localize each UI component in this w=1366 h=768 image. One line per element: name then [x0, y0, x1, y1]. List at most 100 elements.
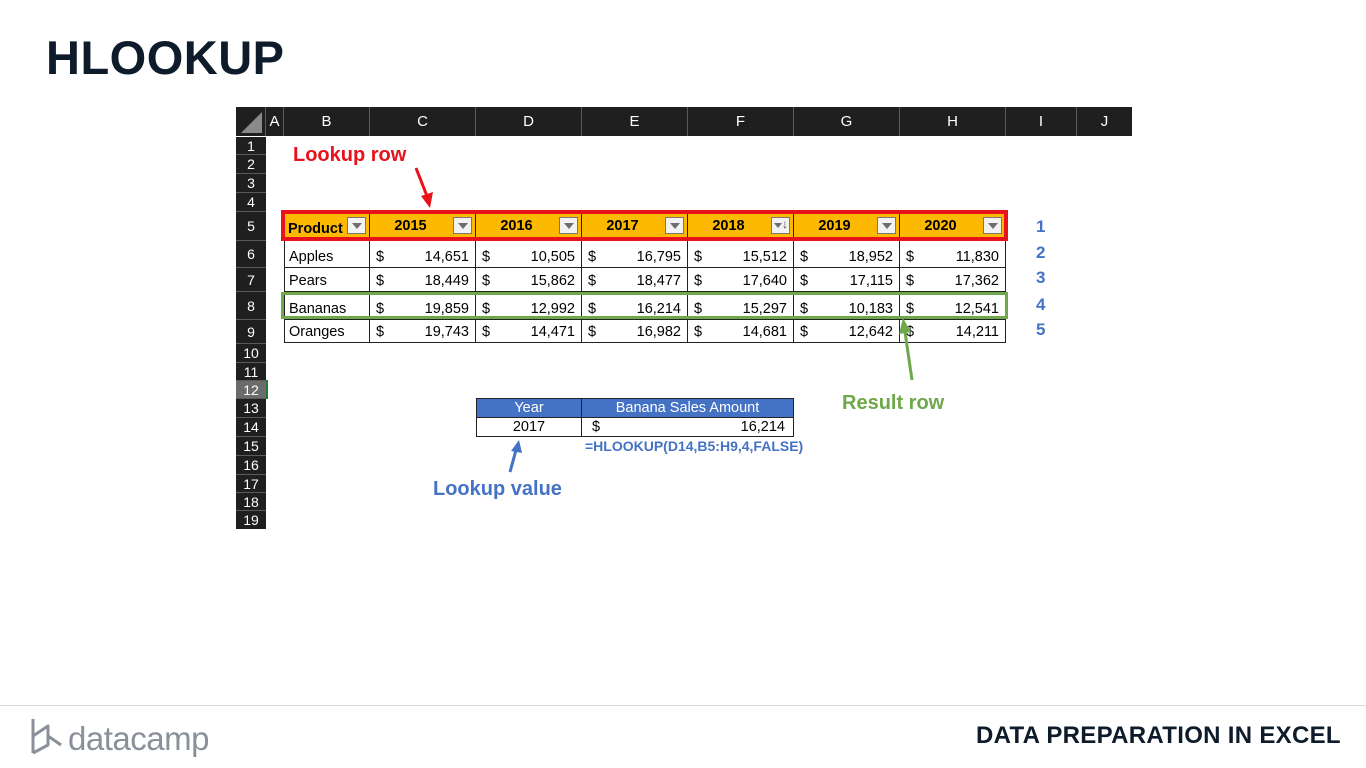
currency-sign: $: [482, 273, 491, 289]
currency-sign: $: [376, 273, 385, 289]
datacamp-logo-icon: [31, 719, 62, 755]
currency-sign: $: [482, 324, 491, 340]
row-header[interactable]: 9: [236, 320, 266, 344]
currency-sign: $: [694, 249, 703, 265]
select-all-button[interactable]: [236, 107, 266, 136]
row-header[interactable]: 1: [236, 137, 266, 155]
column-header-j[interactable]: J: [1077, 107, 1132, 136]
sales-value-cell[interactable]: $17,115: [794, 268, 900, 292]
product-cell[interactable]: Apples: [284, 241, 370, 268]
column-header-d[interactable]: D: [476, 107, 582, 136]
product-cell[interactable]: Oranges: [284, 320, 370, 343]
column-header-bar: A B C D E F G H I J: [236, 107, 1132, 136]
sales-value-cell[interactable]: $16,795: [582, 241, 688, 268]
currency-sign: $: [800, 249, 809, 265]
lookup-amount-cell[interactable]: $ 16,214: [581, 417, 794, 437]
currency-sign: $: [376, 324, 385, 340]
sales-value: 15,512: [742, 249, 787, 265]
sales-value-cell[interactable]: $17,362: [900, 268, 1006, 292]
sales-value: 17,640: [742, 273, 787, 289]
currency-sign: $: [694, 273, 703, 289]
lookup-year-cell[interactable]: 2017: [476, 417, 582, 437]
currency-sign: $: [588, 249, 597, 265]
sales-value-cell[interactable]: $18,449: [370, 268, 476, 292]
column-header-h[interactable]: H: [900, 107, 1006, 136]
row-index-label: 2: [1036, 243, 1046, 262]
column-header-b[interactable]: B: [284, 107, 370, 136]
column-header-g[interactable]: G: [794, 107, 900, 136]
row-index-label: 4: [1036, 295, 1046, 314]
sales-value: 17,115: [849, 273, 893, 289]
currency-sign: $: [592, 419, 601, 435]
column-header-c[interactable]: C: [370, 107, 476, 136]
row-index-label: 1: [1036, 217, 1046, 236]
row-header[interactable]: 15: [236, 437, 266, 456]
sales-value: 10,505: [530, 249, 575, 265]
sales-value: 15,862: [530, 273, 575, 289]
sales-value-cell[interactable]: $14,471: [476, 320, 582, 343]
currency-sign: $: [906, 273, 915, 289]
row-header[interactable]: 16: [236, 456, 266, 475]
amount-value: 16,214: [740, 419, 785, 435]
row-header-active[interactable]: 12: [236, 381, 266, 399]
currency-sign: $: [588, 324, 597, 340]
row-header[interactable]: 5: [236, 212, 266, 241]
sales-value: 14,211: [955, 324, 999, 340]
lookup-value-arrow-icon: [508, 440, 522, 473]
currency-sign: $: [800, 273, 809, 289]
product-name: Apples: [289, 249, 334, 265]
column-header-e[interactable]: E: [582, 107, 688, 136]
currency-sign: $: [482, 249, 491, 265]
row-header[interactable]: 6: [236, 241, 266, 268]
brand-wordmark: datacamp: [68, 720, 209, 757]
sales-value-cell[interactable]: $10,505: [476, 241, 582, 268]
sales-value: 14,471: [530, 324, 575, 340]
row-header[interactable]: 13: [236, 399, 266, 418]
currency-sign: $: [376, 249, 385, 265]
sales-value-cell[interactable]: $14,681: [688, 320, 794, 343]
column-header-a[interactable]: A: [266, 107, 284, 136]
column-header-f[interactable]: F: [688, 107, 794, 136]
lookup-table-header-amount: Banana Sales Amount: [581, 398, 794, 418]
result-row-highlight: [281, 292, 1008, 319]
active-row-indicator: [266, 380, 268, 399]
lookup-row-arrow-icon: [414, 167, 433, 208]
row-header[interactable]: 11: [236, 363, 266, 381]
sales-value-cell[interactable]: $14,651: [370, 241, 476, 268]
sales-value-cell[interactable]: $11,830: [900, 241, 1006, 268]
product-cell[interactable]: Pears: [284, 268, 370, 292]
row-header[interactable]: 14: [236, 418, 266, 437]
row-header[interactable]: 4: [236, 193, 266, 212]
product-name: Pears: [289, 273, 327, 289]
row-header[interactable]: 17: [236, 475, 266, 493]
row-header[interactable]: 10: [236, 344, 266, 363]
row-header[interactable]: 19: [236, 511, 266, 529]
row-header[interactable]: 3: [236, 174, 266, 193]
row-header[interactable]: 7: [236, 268, 266, 292]
sales-value-cell[interactable]: $18,952: [794, 241, 900, 268]
sales-value-cell[interactable]: $18,477: [582, 268, 688, 292]
sales-value: 12,642: [848, 324, 893, 340]
result-row-arrow-icon: [899, 318, 914, 381]
row-index-label: 3: [1036, 268, 1046, 287]
row-header[interactable]: 2: [236, 155, 266, 174]
column-header-i[interactable]: I: [1006, 107, 1077, 136]
sales-value-cell[interactable]: $12,642: [794, 320, 900, 343]
product-name: Oranges: [289, 324, 345, 340]
sales-value-cell[interactable]: $15,862: [476, 268, 582, 292]
sales-value-cell[interactable]: $17,640: [688, 268, 794, 292]
row-header[interactable]: 18: [236, 493, 266, 511]
sales-value-cell[interactable]: $19,743: [370, 320, 476, 343]
sales-value: 14,651: [424, 249, 469, 265]
currency-sign: $: [906, 249, 915, 265]
sales-value: 18,952: [848, 249, 893, 265]
sales-value: 16,795: [636, 249, 681, 265]
row-header[interactable]: 8: [236, 292, 266, 320]
lookup-table-header-year: Year: [476, 398, 582, 418]
sales-value-cell[interactable]: $16,982: [582, 320, 688, 343]
currency-sign: $: [800, 324, 809, 340]
row-header-bar: 1 2 3 4 5 6 7 8 9 10 11 12 13 14 15 16 1…: [236, 137, 266, 529]
sales-value: 18,477: [636, 273, 681, 289]
sales-value-cell[interactable]: $15,512: [688, 241, 794, 268]
sales-value: 16,982: [636, 324, 681, 340]
